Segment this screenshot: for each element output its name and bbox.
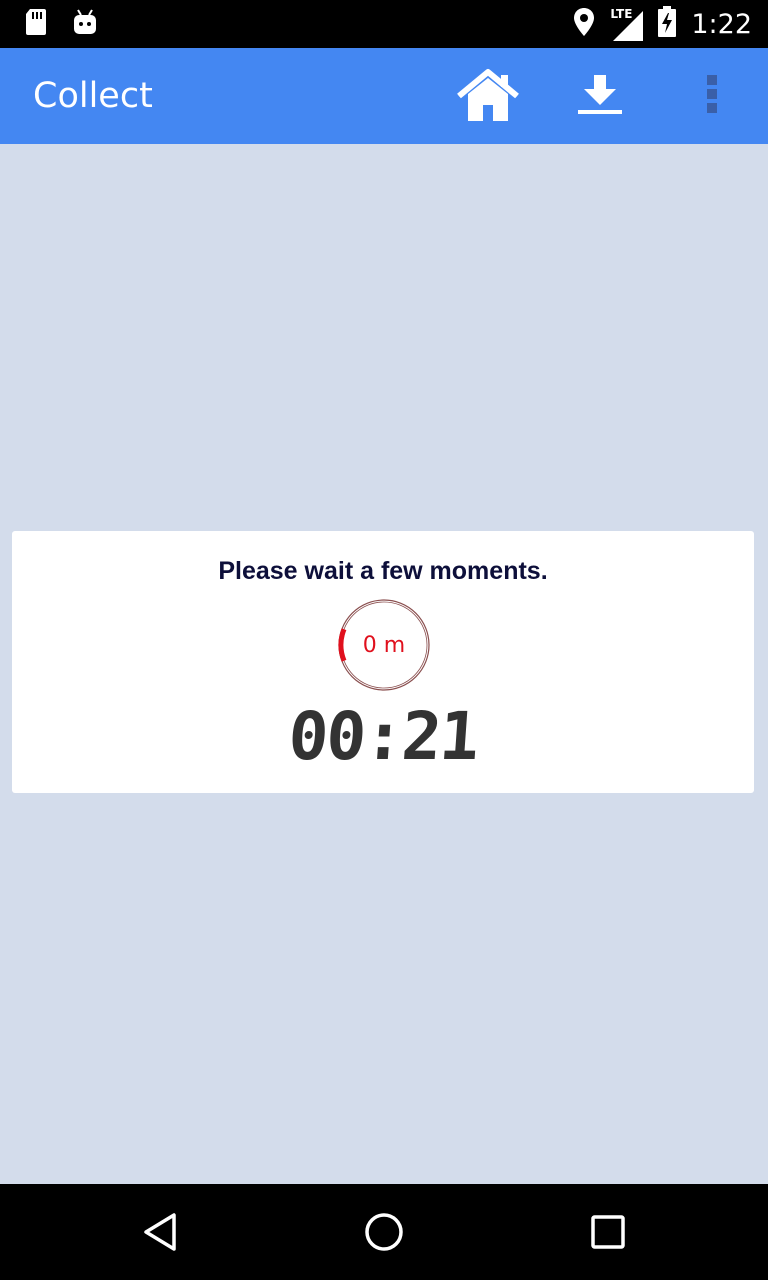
battery-charging-icon [657,6,677,43]
back-icon [140,1211,180,1258]
sd-card-icon [24,8,48,41]
status-time: 1:22 [691,8,752,40]
elapsed-timer: 00:21 [285,698,481,775]
android-icon [72,8,98,41]
download-icon [576,71,624,122]
location-icon [573,7,595,42]
home-circle-icon [363,1211,405,1258]
network-type: LTE [609,6,634,21]
signal-icon: LTE [609,6,644,41]
back-button[interactable] [134,1208,186,1260]
progress-dialog: Please wait a few moments. 0 m 00:21 [12,531,754,793]
more-options-button[interactable] [692,70,732,122]
recents-button[interactable] [582,1208,634,1260]
status-left [24,8,98,41]
recents-icon [589,1213,627,1256]
home-nav-button[interactable] [358,1208,410,1260]
download-button[interactable] [570,70,630,122]
status-bar: LTE 1:22 [0,0,768,48]
app-title: Collect [33,76,153,116]
wait-message: Please wait a few moments. [218,557,548,585]
home-button[interactable] [452,66,524,128]
app-bar: Collect [0,48,768,144]
status-right: LTE 1:22 [573,6,752,43]
more-vert-icon [706,73,718,120]
progress-label: 0 m [362,632,406,658]
home-icon [455,67,521,128]
navigation-bar [0,1184,768,1280]
